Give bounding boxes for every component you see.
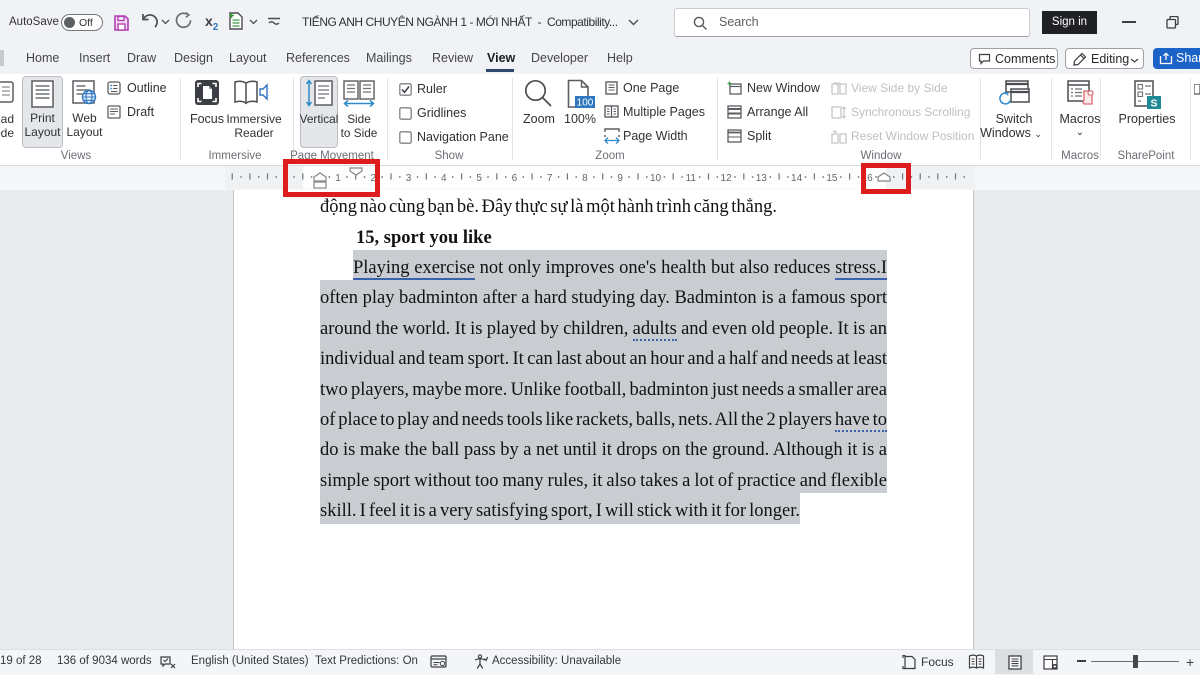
svg-text:3: 3 — [406, 173, 412, 184]
svg-text:4: 4 — [441, 173, 447, 184]
svg-text:S: S — [1150, 98, 1157, 110]
svg-text:6: 6 — [512, 173, 518, 184]
svg-text:100: 100 — [577, 98, 594, 109]
svg-text:5: 5 — [476, 173, 482, 184]
svg-text:8: 8 — [582, 173, 588, 184]
svg-text:15: 15 — [826, 173, 838, 184]
svg-text:14: 14 — [791, 173, 803, 184]
svg-text:9: 9 — [617, 173, 623, 184]
svg-text:10: 10 — [650, 173, 662, 184]
svg-text:7: 7 — [547, 173, 553, 184]
svg-text:13: 13 — [756, 173, 768, 184]
svg-text:12: 12 — [721, 173, 733, 184]
svg-text:11: 11 — [686, 173, 697, 184]
